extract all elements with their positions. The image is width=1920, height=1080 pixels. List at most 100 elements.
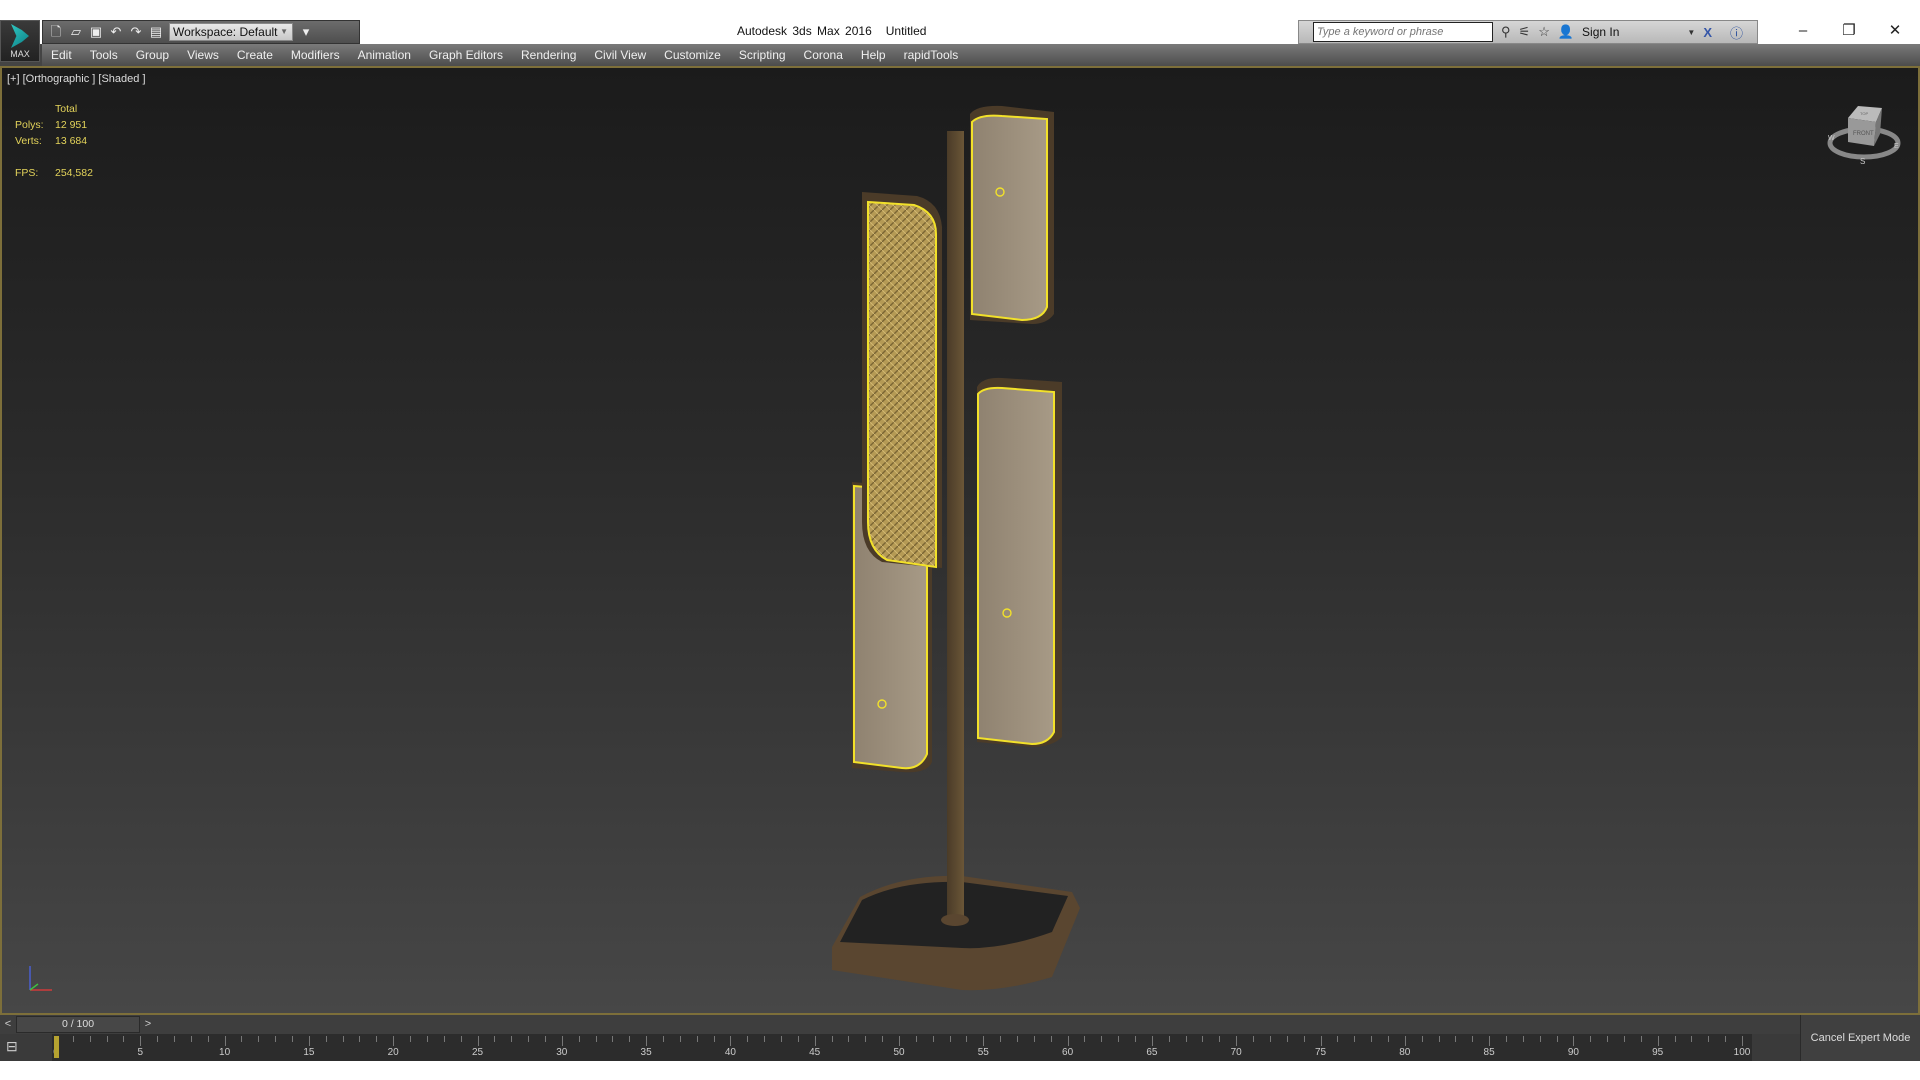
menu-corona[interactable]: Corona <box>795 44 852 66</box>
frame-tick <box>1269 1036 1271 1042</box>
frame-label: 100 <box>1733 1047 1751 1058</box>
frame-tick <box>174 1036 176 1042</box>
favorites-star-icon[interactable]: ☆ <box>1538 24 1550 40</box>
frame-tick <box>780 1036 782 1042</box>
search-input[interactable] <box>1313 22 1493 42</box>
menu-tools[interactable]: Tools <box>81 44 127 66</box>
frame-tick <box>106 1036 108 1042</box>
frame-tick <box>308 1036 310 1046</box>
undo-icon[interactable]: ↶ <box>109 25 123 39</box>
frame-tick <box>1185 1036 1187 1042</box>
frame-tick <box>1472 1036 1474 1042</box>
frame-tick <box>1404 1036 1406 1046</box>
frame-tick <box>1219 1036 1221 1042</box>
frame-tick <box>1455 1036 1457 1042</box>
redo-icon[interactable]: ↷ <box>129 25 143 39</box>
track-bar-ruler[interactable]: 0510152025303540455055606570758085909510… <box>52 1034 1752 1061</box>
frame-label: 30 <box>556 1047 568 1058</box>
close-button[interactable]: ✕ <box>1872 18 1918 44</box>
frame-tick <box>224 1036 226 1046</box>
cancel-expert-mode-button[interactable]: Cancel Expert Mode <box>1800 1015 1920 1061</box>
prev-frame-button[interactable]: < <box>1 1016 15 1032</box>
frame-tick <box>157 1036 159 1042</box>
frame-label: 60 <box>1062 1047 1074 1058</box>
curve-editor-icon[interactable]: ⊟ <box>6 1038 18 1055</box>
window-title: Autodesk 3ds Max 2016 Untitled <box>737 24 940 38</box>
customize-toolbar-icon[interactable]: ▾ <box>299 25 313 39</box>
frame-tick <box>207 1036 209 1042</box>
workspace-dropdown[interactable]: Workspace: Default ▼ <box>169 23 293 41</box>
communication-center-icon[interactable]: ⚟ <box>1519 24 1531 40</box>
frame-label: 25 <box>471 1047 484 1058</box>
frame-tick <box>1067 1036 1069 1046</box>
menu-rendering[interactable]: Rendering <box>512 44 585 66</box>
menu-graph-editors[interactable]: Graph Editors <box>420 44 512 66</box>
frame-tick <box>1286 1036 1288 1042</box>
frame-tick <box>1725 1036 1727 1042</box>
chevron-down-icon[interactable]: ▼ <box>1687 28 1695 37</box>
binoculars-icon[interactable]: ⚲ <box>1501 24 1511 40</box>
coat-stand-model[interactable] <box>2 68 1918 1013</box>
frame-tick <box>983 1036 985 1046</box>
frame-tick <box>1691 1036 1693 1042</box>
frame-label: 40 <box>724 1047 736 1058</box>
frame-tick <box>1084 1036 1086 1042</box>
frame-tick <box>426 1036 428 1042</box>
frame-tick <box>511 1036 513 1042</box>
frame-tick <box>932 1036 934 1042</box>
frame-tick <box>1202 1036 1204 1042</box>
app-menu-button[interactable]: MAX <box>0 20 40 62</box>
frame-tick <box>460 1036 462 1042</box>
frame-tick <box>477 1036 479 1046</box>
frame-label: 70 <box>1230 1047 1242 1058</box>
frame-tick <box>275 1036 277 1042</box>
panel-upper-right <box>970 105 1054 325</box>
frame-tick <box>1017 1036 1019 1042</box>
sign-in-button[interactable]: Sign In <box>1582 25 1619 39</box>
frame-tick <box>1640 1036 1642 1042</box>
new-file-icon[interactable]: 🗋 <box>49 25 63 39</box>
project-icon[interactable]: ▤ <box>149 25 163 39</box>
frame-tick <box>797 1036 799 1042</box>
frame-label: 90 <box>1567 1047 1579 1058</box>
frame-tick <box>814 1036 816 1046</box>
menu-rapidtools[interactable]: rapidTools <box>895 44 968 66</box>
frame-tick <box>1556 1036 1558 1042</box>
frame-tick <box>679 1036 681 1042</box>
user-icon[interactable]: 👤 <box>1558 24 1574 40</box>
max-logo-icon <box>11 24 29 48</box>
time-slider-thumb[interactable]: 0 / 100 <box>16 1016 140 1033</box>
frame-tick <box>713 1036 715 1042</box>
minimize-button[interactable]: – <box>1780 18 1826 44</box>
menu-animation[interactable]: Animation <box>349 44 420 66</box>
restore-button[interactable]: ❐ <box>1826 18 1872 44</box>
menu-civil-view[interactable]: Civil View <box>585 44 655 66</box>
time-slider[interactable]: < 0 / 100 > <box>0 1015 1920 1034</box>
infocenter-toolbar: ⚲ ⚟ ☆ 👤 Sign In ▼ X ⓘ <box>1298 20 1758 44</box>
frame-tick <box>1050 1036 1052 1042</box>
frame-tick <box>1657 1036 1659 1046</box>
exchange-apps-icon[interactable]: X <box>1703 25 1712 40</box>
frame-tick <box>393 1036 395 1046</box>
logo-text: MAX <box>10 49 30 59</box>
menu-bar: Edit Tools Group Views Create Modifiers Animat… <box>42 44 1920 66</box>
menu-create[interactable]: Create <box>228 44 282 66</box>
frame-tick <box>1101 1036 1103 1042</box>
next-frame-button[interactable]: > <box>141 1016 155 1032</box>
help-icon[interactable]: ⓘ <box>1730 23 1743 42</box>
current-frame-marker[interactable] <box>54 1036 59 1058</box>
viewport-perspective[interactable]: [+] [Orthographic ] [Shaded ] Total Poly… <box>0 66 1920 1015</box>
menu-views[interactable]: Views <box>178 44 228 66</box>
menu-customize[interactable]: Customize <box>655 44 730 66</box>
menu-help[interactable]: Help <box>852 44 895 66</box>
menu-group[interactable]: Group <box>127 44 178 66</box>
track-bar[interactable]: ⊟ 05101520253035404550556065707580859095… <box>0 1034 1800 1061</box>
frame-tick <box>1135 1036 1137 1042</box>
frame-tick <box>1421 1036 1423 1042</box>
open-file-icon[interactable]: ▱ <box>69 25 83 39</box>
menu-modifiers[interactable]: Modifiers <box>282 44 349 66</box>
menu-edit[interactable]: Edit <box>42 44 81 66</box>
frame-label: 65 <box>1146 1047 1158 1058</box>
menu-scripting[interactable]: Scripting <box>730 44 795 66</box>
save-icon[interactable]: ▣ <box>89 25 103 39</box>
